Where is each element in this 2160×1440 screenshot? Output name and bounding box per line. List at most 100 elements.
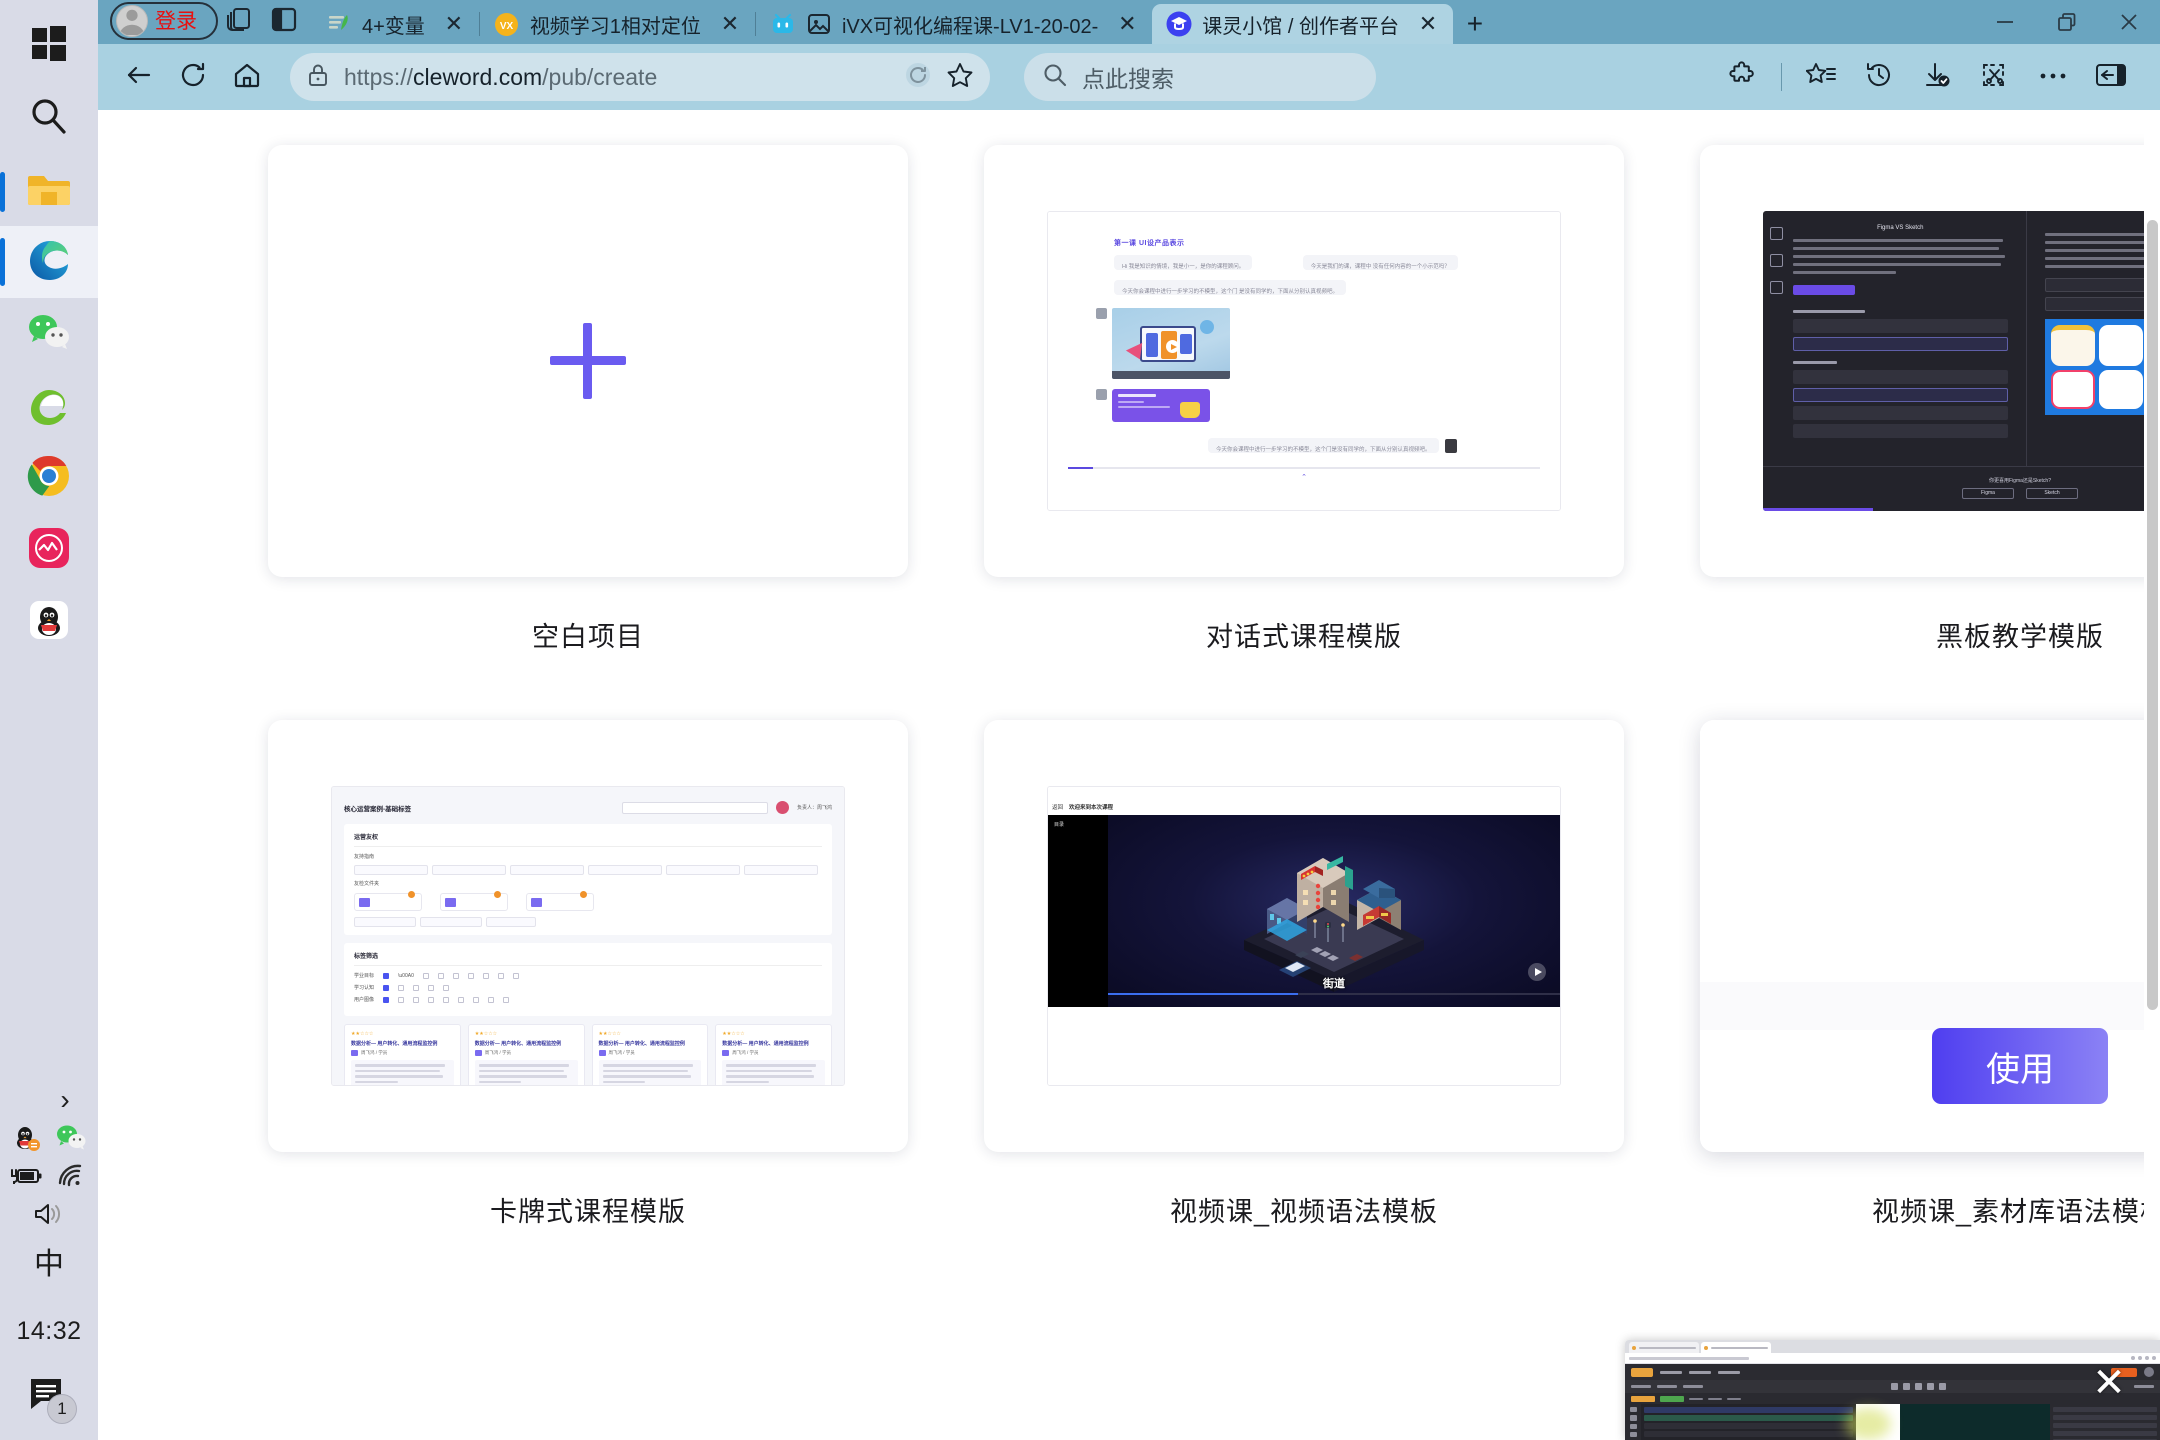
start-button[interactable] xyxy=(0,10,98,82)
template-card-material[interactable]: 使用 xyxy=(1700,720,2160,1152)
red-app-icon xyxy=(28,527,70,574)
new-tab-button[interactable]: + xyxy=(1453,4,1497,44)
cards-rating: ★★☆☆☆ xyxy=(474,1031,498,1037)
back-button[interactable] xyxy=(114,52,164,102)
cards-subsection: 友持指南 xyxy=(354,854,375,860)
chat-footer-text: 今天你会课程中进行一步学习的不模型，这个门是没有同学的，下面从分别认真视频吧。 xyxy=(1216,447,1431,453)
pip-tab[interactable] xyxy=(1629,1342,1699,1353)
tray-volume-row[interactable] xyxy=(0,1195,98,1233)
blackboard-link-box xyxy=(2044,278,2160,292)
system-tray[interactable]: › 中 14:32 1 xyxy=(0,1081,98,1440)
template-card-blackboard[interactable]: Figma VS Sketch 你更喜用Figma还是Sketch? Figma… xyxy=(1700,145,2160,577)
template-card-chat[interactable]: 第一课 UI设产品表示 Hi 我是知识的情境，我是小一，是你的课程顾问。 今天是… xyxy=(984,145,1624,577)
downloads-button[interactable] xyxy=(1910,52,1964,102)
tray-ime-row[interactable]: 中 xyxy=(0,1233,98,1289)
tab-strip[interactable]: 4+变量 ✕ VX 视频学习1相对定位 ✕ iVX可视化编程课-LV1-20-0… xyxy=(312,0,1497,44)
template-card-video[interactable]: 返回 欢迎来到本次课程 目录 欢迎来到本次课程 xyxy=(984,720,1624,1152)
tab-3[interactable]: 课灵小馆 / 创作者平台 ✕ xyxy=(1152,4,1453,44)
windows-taskbar[interactable]: › 中 14:32 1 xyxy=(0,0,98,1440)
page-scrollbar[interactable] xyxy=(2144,110,2160,1440)
lock-icon[interactable] xyxy=(306,62,330,93)
vx-icon: VX xyxy=(494,11,520,37)
taskbar-search[interactable] xyxy=(0,82,98,154)
close-button[interactable] xyxy=(2098,0,2160,44)
favorites-button[interactable] xyxy=(1794,52,1848,102)
split-screen-button[interactable] xyxy=(262,1,306,41)
taskbar-chrome[interactable] xyxy=(0,442,98,514)
tab-close-button[interactable]: ✕ xyxy=(715,9,745,39)
template-card-blank[interactable] xyxy=(268,145,908,577)
tab-0[interactable]: 4+变量 ✕ xyxy=(312,4,479,44)
more-options-button[interactable] xyxy=(2026,52,2080,102)
restore-button[interactable] xyxy=(2036,0,2098,44)
screenshot-button[interactable] xyxy=(1968,52,2022,102)
minimize-button[interactable] xyxy=(1974,0,2036,44)
taskbar-ie[interactable] xyxy=(0,370,98,442)
chat-card-row xyxy=(1096,389,1540,422)
taskbar-app-red[interactable] xyxy=(0,514,98,586)
use-template-button[interactable]: 使用 xyxy=(1932,1028,2108,1104)
pip-address-bar[interactable] xyxy=(1625,1353,2160,1364)
chat-caret-icon: ⌃ xyxy=(1301,474,1307,481)
tray-wechat-icon[interactable] xyxy=(54,1123,88,1153)
profile-login-button[interactable]: 登录 xyxy=(110,2,218,40)
search-input[interactable]: 点此搜索 xyxy=(1024,53,1376,101)
home-icon xyxy=(232,60,262,95)
collections-button[interactable] xyxy=(218,1,262,41)
pip-tab[interactable] xyxy=(1701,1342,1771,1353)
wifi-icon[interactable] xyxy=(54,1161,88,1191)
tab-1[interactable]: VX 视频学习1相对定位 ✕ xyxy=(480,4,755,44)
taskbar-edge[interactable] xyxy=(0,226,98,298)
pip-subtoolbar xyxy=(1625,1393,2160,1404)
pip-tab-strip[interactable] xyxy=(1625,1340,2160,1353)
toolbar-divider xyxy=(1781,63,1782,91)
chat-avatar xyxy=(1096,389,1107,400)
blackboard-progress xyxy=(1763,508,1873,511)
battery-charging-icon[interactable] xyxy=(10,1161,44,1191)
template-card-cards[interactable]: 核心运营案例-基础标签 负责人：周飞鸿 运营友权 友持指南 友检文件夹 标签筛选… xyxy=(268,720,908,1152)
chat-bubble-text: Hi 我是知识的情境，我是小一，是你的课程顾问。 xyxy=(1122,264,1245,270)
toolbar-right-icons[interactable] xyxy=(1715,52,2144,102)
star-outline-icon[interactable] xyxy=(946,61,974,94)
reload-button[interactable] xyxy=(168,52,218,102)
ime-indicator[interactable]: 中 xyxy=(32,1246,66,1281)
cards-item-author: 周飞鸿 / 学员 xyxy=(361,1050,388,1055)
template-cell-video: 返回 欢迎来到本次课程 目录 欢迎来到本次课程 xyxy=(984,720,1624,1295)
blackboard-title: Figma VS Sketch xyxy=(1877,225,1924,231)
volume-icon[interactable] xyxy=(32,1199,66,1229)
tab-close-button[interactable]: ✕ xyxy=(1413,9,1443,39)
tab-close-button[interactable]: ✕ xyxy=(439,9,469,39)
tab-close-button[interactable]: ✕ xyxy=(1112,9,1142,39)
scrollbar-thumb[interactable] xyxy=(2147,220,2158,1010)
chevron-right-icon[interactable]: › xyxy=(48,1085,82,1115)
tray-qq-icon[interactable] xyxy=(10,1123,44,1153)
close-cursor-icon[interactable]: ✕ xyxy=(2088,1362,2130,1404)
taskbar-qq[interactable] xyxy=(0,586,98,658)
pip-toolbar xyxy=(1625,1380,2160,1393)
sidebar-toggle-button[interactable] xyxy=(2084,52,2138,102)
address-bar[interactable]: https://cleword.com/pub/create xyxy=(290,53,990,101)
template-cell-cards: 核心运营案例-基础标签 负责人：周飞鸿 运营友权 友持指南 友检文件夹 标签筛选… xyxy=(268,720,908,1295)
pip-logo-icon xyxy=(1631,1367,1653,1377)
taskbar-wechat[interactable] xyxy=(0,298,98,370)
taskbar-file-explorer[interactable] xyxy=(0,154,98,226)
cards-result-item: ★★☆☆☆ 数据分析— 用户转化、通用流程监控例 周飞鸿 / 学员 查看详情 xyxy=(467,1024,585,1085)
notification-center-button[interactable]: 1 xyxy=(21,1368,77,1424)
tab-2[interactable]: iVX可视化编程课-LV1-20-02- ✕ xyxy=(756,4,1152,44)
window-controls[interactable] xyxy=(1974,0,2160,44)
pip-avatar xyxy=(2144,1367,2154,1377)
video-crumb: 欢迎来到本次课程 xyxy=(1069,805,1114,811)
chat-avatar xyxy=(1096,308,1107,319)
refresh-circle-icon[interactable] xyxy=(904,61,932,94)
tray-status-row[interactable] xyxy=(0,1157,98,1195)
extensions-button[interactable] xyxy=(1715,52,1769,102)
video-back-link: 返回 xyxy=(1052,805,1064,811)
history-button[interactable] xyxy=(1852,52,1906,102)
taskbar-clock[interactable]: 14:32 xyxy=(16,1317,81,1346)
home-button[interactable] xyxy=(222,52,272,102)
floating-preview-window[interactable]: ✕ xyxy=(1625,1340,2160,1440)
tray-apps-row[interactable] xyxy=(0,1119,98,1157)
blackboard-footer-button: Sketch xyxy=(2026,487,2078,499)
search-icon xyxy=(1042,62,1068,93)
tray-expand-row[interactable]: › xyxy=(0,1081,98,1119)
